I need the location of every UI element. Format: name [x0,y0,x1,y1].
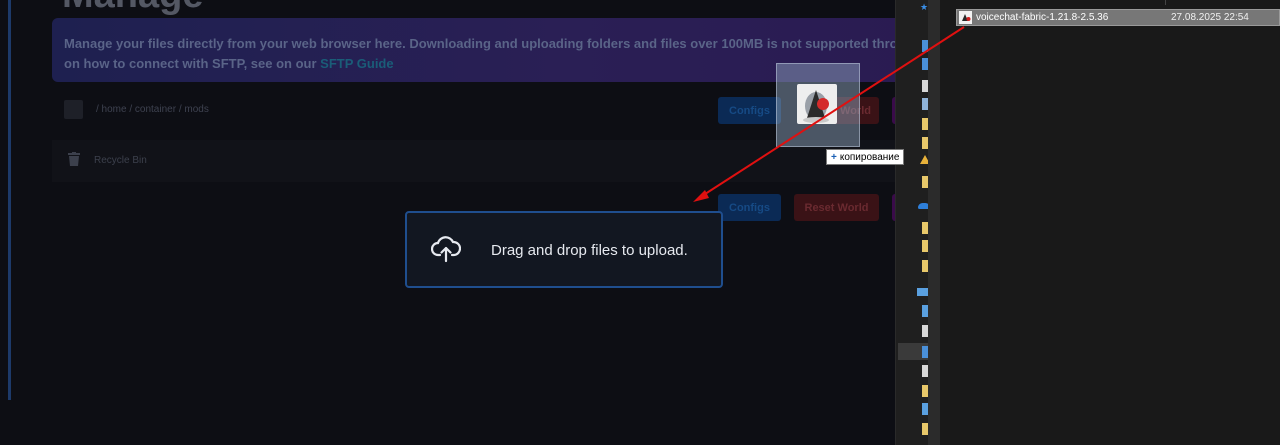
drop-zone[interactable]: Drag and drop files to upload. [405,211,723,288]
recycle-bin-label: Recycle Bin [94,155,147,166]
java-jar-icon [797,84,837,124]
banner-line-1: Manage your files directly from your web… [64,36,895,51]
banner-line-2: on how to connect with SFTP, see on our … [64,54,895,74]
java-jar-icon [959,11,972,24]
page-title: Manage [62,0,203,17]
recycle-bin-row[interactable]: Recycle Bin [52,140,895,182]
file-name: voicechat-fabric-1.21.8-2.5.36 [976,12,1109,23]
copy-tooltip-label: копирование [839,151,900,163]
explorer-file-list[interactable]: voicechat-fabric-1.21.8-2.5.36 27.08.202… [940,0,1280,445]
drag-copy-tooltip: + копирование [826,149,905,165]
quick-access-star-icon[interactable]: ★ [920,2,928,13]
cloud-upload-icon [431,236,461,263]
select-all-checkbox[interactable] [64,100,83,119]
copy-plus-icon: + [831,151,837,163]
banner-text: Manage your files directly from your web… [64,34,895,74]
this-pc-icon[interactable] [917,288,928,296]
drop-zone-text: Drag and drop files to upload. [491,242,688,259]
file-date-modified: 27.08.2025 22:54 [1171,12,1249,23]
explorer-nav-pane[interactable]: ★ [895,0,941,445]
left-accent-bar [8,0,11,400]
banner-line-2-prefix: on how to connect with SFTP, see on our [64,56,321,71]
info-banner: Manage your files directly from your web… [52,18,895,82]
sftp-guide-link[interactable]: SFTP Guide [320,56,393,71]
configs-button-top[interactable]: Configs [718,97,781,124]
file-row-selected[interactable]: voicechat-fabric-1.21.8-2.5.36 27.08.202… [956,9,1280,26]
reset-world-button-bottom[interactable]: Reset World [794,194,879,221]
configs-button-bottom[interactable]: Configs [718,194,781,221]
column-header-separator[interactable] [1165,0,1166,5]
breadcrumb[interactable]: / home / container / mods [96,104,209,115]
web-file-manager: Manage Manage your files directly from y… [0,0,895,445]
drag-ghost-preview [776,63,860,147]
trash-icon [68,152,80,166]
